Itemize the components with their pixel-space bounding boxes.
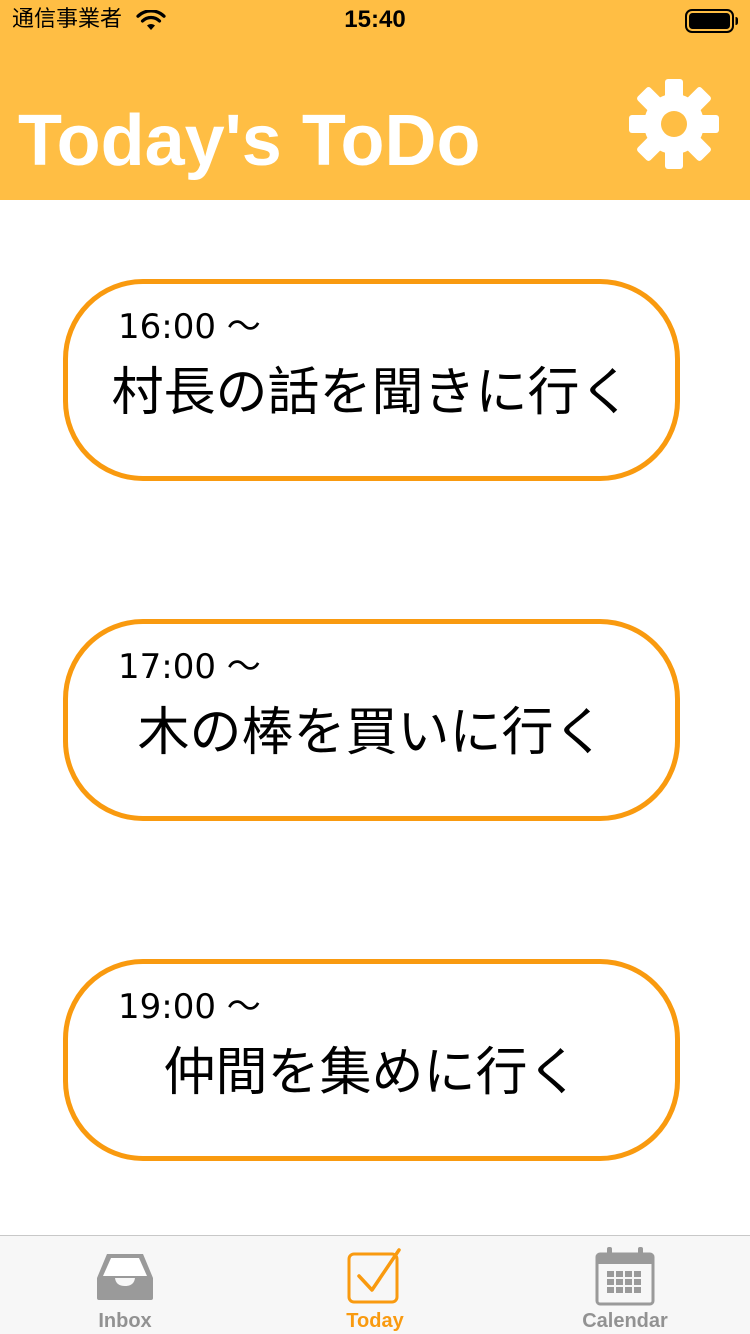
inbox-tray-icon — [97, 1254, 153, 1300]
tab-today[interactable]: Today — [250, 1236, 500, 1334]
battery-icon — [685, 9, 738, 33]
todo-title: 木の棒を買いに行く — [137, 703, 606, 763]
todo-time: 19:00 〜 — [118, 987, 261, 1027]
page-title: Today's ToDo — [18, 101, 481, 181]
status-time: 15:40 — [344, 6, 406, 33]
gear-icon — [629, 79, 719, 169]
todo-time: 17:00 〜 — [118, 647, 261, 687]
todo-card[interactable]: 19:00 〜 仲間を集めに行く — [63, 959, 680, 1161]
todo-title: 仲間を集めに行く — [163, 1043, 580, 1103]
tab-label: Inbox — [98, 1310, 152, 1332]
todo-card[interactable]: 17:00 〜 木の棒を買いに行く — [63, 619, 680, 821]
status-bar: 通信事業者 15:40 — [0, 0, 750, 40]
calendar-icon — [595, 1247, 655, 1306]
app-screen: 通信事業者 15:40 Today's ToDo 16:00 〜 村長の話を聞き… — [0, 0, 750, 1334]
checkbox-icon — [347, 1248, 401, 1304]
tab-bar: Inbox Today Calendar — [0, 1235, 750, 1334]
todo-card[interactable]: 16:00 〜 村長の話を聞きに行く — [63, 279, 680, 481]
tab-inbox[interactable]: Inbox — [0, 1236, 250, 1334]
todo-time: 16:00 〜 — [118, 307, 261, 347]
tab-calendar[interactable]: Calendar — [500, 1236, 750, 1334]
tab-label: Today — [346, 1310, 404, 1332]
settings-button[interactable] — [626, 76, 722, 172]
tab-label: Calendar — [582, 1310, 668, 1332]
header-bar: 通信事業者 15:40 Today's ToDo — [0, 0, 750, 200]
todo-title: 村長の話を聞きに行く — [111, 363, 632, 423]
